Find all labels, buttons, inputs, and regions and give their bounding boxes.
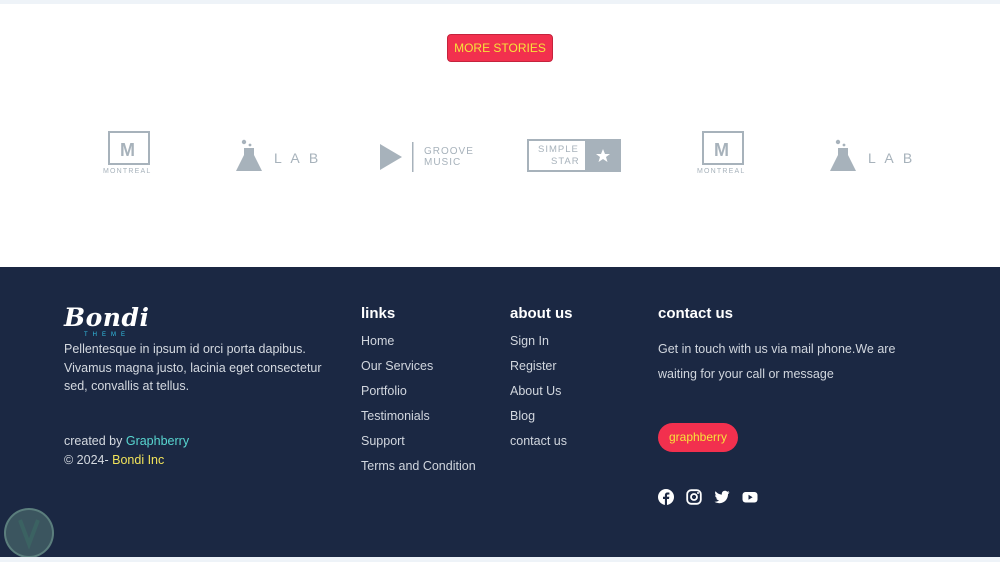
- flask-icon: [830, 139, 856, 171]
- more-stories-button[interactable]: MORE STORIES: [447, 34, 553, 62]
- bottom-divider: [0, 557, 1000, 562]
- montreal-logo: M MONTREAL: [697, 131, 749, 179]
- contact-us-heading: contact us: [658, 305, 734, 322]
- lab-logo: L A B: [830, 139, 920, 173]
- lab-wordmark: L A B: [868, 150, 916, 166]
- twitter-icon[interactable]: [714, 489, 730, 505]
- footer-link-terms[interactable]: Terms and Condition: [361, 459, 476, 473]
- groove-music-logo: GROOVE MUSIC: [379, 141, 479, 173]
- top-divider: [0, 0, 1000, 4]
- footer-link-support[interactable]: Support: [361, 434, 405, 448]
- montreal-wordmark: MONTREAL: [697, 168, 746, 175]
- contact-text: Get in touch with us via mail phone.We a…: [658, 342, 896, 381]
- about-us-heading: about us: [510, 305, 573, 322]
- bondi-logo[interactable]: Bondi: [64, 303, 149, 332]
- graphberry-link[interactable]: Graphberry: [126, 434, 189, 448]
- instagram-icon[interactable]: [686, 489, 702, 505]
- montreal-letter: M: [120, 140, 135, 160]
- footer-link-about-us[interactable]: About Us: [510, 384, 561, 398]
- youtube-icon[interactable]: [742, 489, 758, 505]
- copyright: © 2024- Bondi Inc: [64, 453, 164, 467]
- footer-link-testimonials[interactable]: Testimonials: [361, 409, 430, 423]
- facebook-icon[interactable]: [658, 489, 674, 505]
- footer-about-text: Pellentesque in ipsum id orci porta dapi…: [64, 342, 322, 393]
- about-us-list: Sign In Register About Us Blog contact u…: [510, 334, 567, 459]
- footer-link-home[interactable]: Home: [361, 334, 394, 348]
- simple-star-line1: SIMPLE: [538, 144, 579, 155]
- links-list: Home Our Services Portfolio Testimonials…: [361, 334, 476, 484]
- copyright-prefix: © 2024-: [64, 453, 113, 467]
- footer-link-portfolio[interactable]: Portfolio: [361, 384, 407, 398]
- footer-link-blog[interactable]: Blog: [510, 409, 535, 423]
- links-heading: links: [361, 305, 396, 322]
- lab-wordmark: L A B: [274, 150, 322, 166]
- bondi-logo-subtitle: THEME: [84, 332, 130, 338]
- created-by-prefix: created by: [64, 434, 126, 448]
- footer-link-our-services[interactable]: Our Services: [361, 359, 433, 373]
- groove-line2: MUSIC: [424, 157, 462, 168]
- bondi-inc-link[interactable]: Bondi Inc: [112, 453, 164, 467]
- montreal-letter: M: [714, 140, 729, 160]
- footer-link-register[interactable]: Register: [510, 359, 557, 373]
- graphberry-button[interactable]: graphberry: [658, 423, 738, 452]
- simple-star-logo: SIMPLE STAR: [527, 139, 621, 172]
- site-footer: [0, 267, 1000, 557]
- montreal-logo: M MONTREAL: [103, 131, 155, 179]
- flask-icon: [236, 139, 262, 171]
- montreal-wordmark: MONTREAL: [103, 168, 152, 175]
- watermark-logo: [4, 508, 54, 558]
- lab-logo: L A B: [236, 139, 326, 173]
- groove-line1: GROOVE: [424, 146, 474, 157]
- footer-link-contact-us[interactable]: contact us: [510, 434, 567, 448]
- created-by: created by Graphberry: [64, 434, 189, 448]
- footer-link-sign-in[interactable]: Sign In: [510, 334, 549, 348]
- simple-star-line2: STAR: [551, 156, 580, 167]
